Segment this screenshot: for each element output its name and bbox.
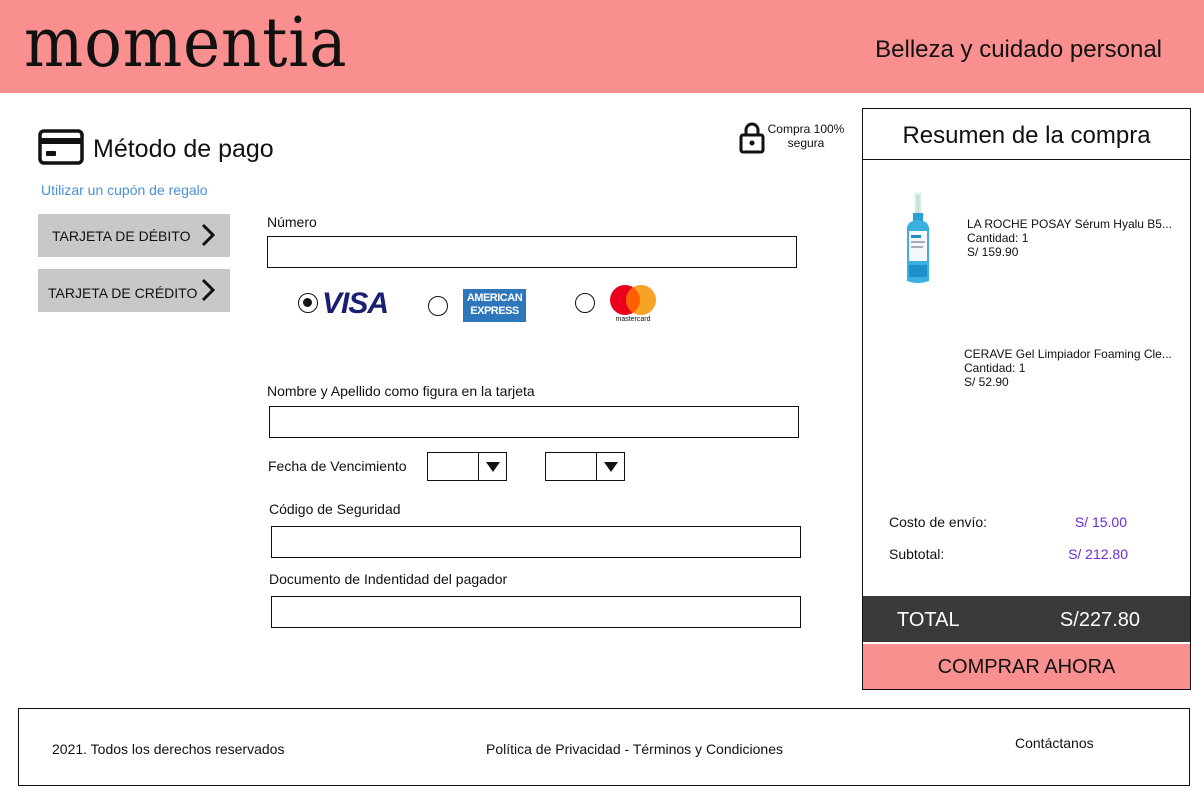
chevron-right-icon bbox=[201, 223, 216, 247]
product-item[interactable]: CERAVE Gel Limpiador Foaming Cle... Cant… bbox=[964, 347, 1184, 389]
site-header: momentia Belleza y cuidado personal bbox=[0, 0, 1204, 93]
serum-bottle-image bbox=[907, 193, 929, 283]
total-label: TOTAL bbox=[897, 609, 960, 631]
product-name: LA ROCHE POSAY Sérum Hyalu B5... bbox=[967, 217, 1172, 231]
credit-card-button[interactable]: TARJETA DE CRÉDITO bbox=[38, 269, 230, 312]
amex-line-2: EXPRESS bbox=[470, 305, 519, 317]
radio-visa[interactable] bbox=[298, 293, 318, 313]
secure-purchase-text: Compra 100% segura bbox=[766, 122, 846, 150]
site-footer: 2021. Todos los derechos reservados Polí… bbox=[18, 708, 1190, 786]
payment-method-title: Método de pago bbox=[93, 135, 274, 163]
policy-terms-link[interactable]: Política de Privacidad - Términos y Cond… bbox=[486, 741, 783, 757]
dropdown-arrow-icon bbox=[596, 453, 624, 480]
radio-mastercard[interactable] bbox=[575, 293, 595, 313]
product-quantity: Cantidad: 1 bbox=[964, 361, 1026, 375]
card-number-label: Número bbox=[267, 214, 317, 230]
product-price: S/ 159.90 bbox=[967, 245, 1019, 259]
product-quantity: Cantidad: 1 bbox=[967, 231, 1029, 245]
shipping-cost-label: Costo de envío: bbox=[889, 514, 988, 530]
total-value: S/227.80 bbox=[1059, 609, 1140, 631]
expiry-year-select[interactable] bbox=[545, 452, 625, 481]
product-item[interactable]: LA ROCHE POSAY Sérum Hyalu B5... Cantida… bbox=[967, 217, 1187, 259]
header-tagline: Belleza y cuidado personal bbox=[875, 36, 1162, 63]
product-name: CERAVE Gel Limpiador Foaming Cle... bbox=[964, 347, 1172, 361]
shipping-cost-value: S/ 15.00 bbox=[1074, 514, 1127, 530]
cardholder-name-input[interactable] bbox=[269, 406, 799, 438]
subtotal-value: S/ 212.80 bbox=[1068, 546, 1128, 562]
radio-amex[interactable] bbox=[428, 296, 448, 316]
visa-logo: VISA bbox=[322, 287, 389, 320]
order-summary-panel: Resumen de la compra LA ROCHE POSAY Séru… bbox=[862, 108, 1191, 690]
document-id-label: Documento de Indentidad del pagador bbox=[269, 571, 508, 587]
product-price: S/ 52.90 bbox=[964, 375, 1009, 389]
amex-logo: AMERICAN EXPRESS bbox=[463, 289, 526, 322]
mastercard-logo: mastercard bbox=[610, 285, 656, 323]
security-code-input[interactable] bbox=[271, 526, 801, 558]
debit-card-button[interactable]: TARJETA DE DÉBITO bbox=[38, 214, 230, 257]
buy-now-button[interactable]: COMPRAR AHORA bbox=[863, 644, 1190, 689]
debit-card-label: TARJETA DE DÉBITO bbox=[52, 228, 191, 244]
document-id-input[interactable] bbox=[271, 596, 801, 628]
card-number-input[interactable] bbox=[267, 236, 797, 268]
order-summary-title: Resumen de la compra bbox=[863, 109, 1190, 160]
secure-line-2: segura bbox=[787, 136, 825, 150]
amex-line-1: AMERICAN bbox=[466, 292, 523, 304]
expiry-month-select[interactable] bbox=[427, 452, 507, 481]
mastercard-wordmark: mastercard bbox=[615, 316, 650, 323]
credit-card-label: TARJETA DE CRÉDITO bbox=[48, 285, 198, 301]
security-code-label: Código de Seguridad bbox=[269, 501, 401, 517]
cardholder-name-label: Nombre y Apellido como figura en la tarj… bbox=[267, 383, 535, 399]
secure-line-1: Compra 100% bbox=[767, 122, 845, 136]
secure-purchase-badge: Compra 100% segura bbox=[738, 118, 848, 154]
lock-icon bbox=[739, 122, 765, 154]
subtotal-label: Subtotal: bbox=[889, 546, 945, 562]
credit-card-icon bbox=[38, 129, 84, 165]
total-bar: TOTAL S/227.80 bbox=[863, 596, 1190, 642]
chevron-right-icon bbox=[201, 278, 216, 302]
contact-link[interactable]: Contáctanos bbox=[1015, 735, 1094, 751]
expiry-label: Fecha de Vencimiento bbox=[268, 458, 407, 474]
brand-logo[interactable]: momentia bbox=[24, 2, 347, 86]
dropdown-arrow-icon bbox=[478, 453, 506, 480]
gift-coupon-link[interactable]: Utilizar un cupón de regalo bbox=[41, 182, 208, 198]
copyright-text: 2021. Todos los derechos reservados bbox=[52, 741, 285, 757]
